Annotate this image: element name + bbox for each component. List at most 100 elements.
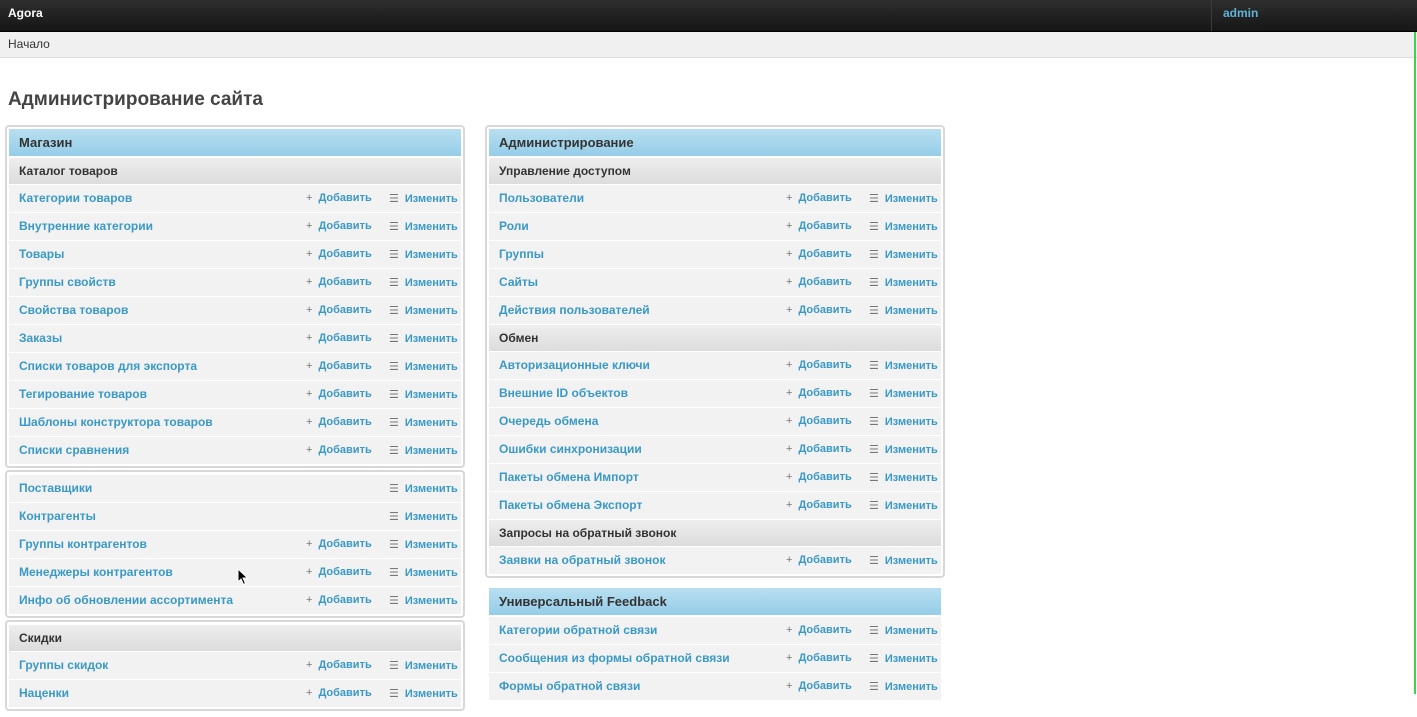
model-link[interactable]: Очередь обмена — [499, 414, 598, 428]
change-button[interactable]: ☰ Изменить — [869, 443, 938, 456]
model-link[interactable]: Инфо об обновлении ассортимента — [19, 593, 233, 607]
add-button[interactable]: + Добавить — [786, 443, 852, 455]
model-link[interactable]: Формы обратной связи — [499, 679, 640, 693]
change-button[interactable]: ☰ Изменить — [389, 248, 458, 261]
model-link[interactable]: Авторизационные ключи — [499, 358, 650, 372]
change-button[interactable]: ☰ Изменить — [389, 332, 458, 345]
model-link[interactable]: Свойства товаров — [19, 303, 128, 317]
add-button[interactable]: + Добавить — [306, 248, 372, 260]
group-caption[interactable]: Управление доступом — [489, 157, 941, 184]
add-button[interactable]: + Добавить — [786, 248, 852, 260]
change-button[interactable]: ☰ Изменить — [389, 360, 458, 373]
change-button[interactable]: ☰ Изменить — [389, 304, 458, 317]
model-link[interactable]: Товары — [19, 247, 64, 261]
add-button[interactable]: + Добавить — [306, 192, 372, 204]
change-button[interactable]: ☰ Изменить — [869, 554, 938, 567]
module-caption[interactable]: Универсальный Feedback — [489, 588, 941, 616]
group-caption[interactable]: Обмен — [489, 324, 941, 351]
add-button[interactable]: + Добавить — [306, 538, 372, 550]
change-button[interactable]: ☰ Изменить — [389, 444, 458, 457]
model-link[interactable]: Поставщики — [19, 481, 92, 495]
model-link[interactable]: Сообщения из формы обратной связи — [499, 651, 730, 665]
model-link[interactable]: Менеджеры контрагентов — [19, 565, 173, 579]
add-button[interactable]: + Добавить — [786, 304, 852, 316]
change-button[interactable]: ☰ Изменить — [869, 471, 938, 484]
add-button[interactable]: + Добавить — [306, 444, 372, 456]
model-link[interactable]: Группы — [499, 247, 544, 261]
change-button[interactable]: ☰ Изменить — [389, 482, 458, 495]
model-link[interactable]: Контрагенты — [19, 509, 96, 523]
brand-title[interactable]: Agora — [8, 6, 43, 20]
add-button[interactable]: + Добавить — [786, 415, 852, 427]
add-button[interactable]: + Добавить — [306, 304, 372, 316]
change-button[interactable]: ☰ Изменить — [389, 220, 458, 233]
model-link[interactable]: Шаблоны конструктора товаров — [19, 415, 213, 429]
model-link[interactable]: Списки товаров для экспорта — [19, 359, 197, 373]
model-link[interactable]: Тегирование товаров — [19, 387, 147, 401]
model-link[interactable]: Пакеты обмена Экспорт — [499, 498, 642, 512]
change-button[interactable]: ☰ Изменить — [869, 220, 938, 233]
model-link[interactable]: Заявки на обратный звонок — [499, 553, 665, 567]
model-link[interactable]: Списки сравнения — [19, 443, 129, 457]
model-link[interactable]: Ошибки синхронизации — [499, 442, 642, 456]
add-button[interactable]: + Добавить — [306, 220, 372, 232]
model-link[interactable]: Пакеты обмена Импорт — [499, 470, 639, 484]
add-button[interactable]: + Добавить — [786, 387, 852, 399]
change-button[interactable]: ☰ Изменить — [389, 192, 458, 205]
add-button[interactable]: + Добавить — [306, 416, 372, 428]
change-button[interactable]: ☰ Изменить — [869, 624, 938, 637]
model-link[interactable]: Группы свойств — [19, 275, 116, 289]
change-button[interactable]: ☰ Изменить — [869, 192, 938, 205]
change-button[interactable]: ☰ Изменить — [869, 276, 938, 289]
model-link[interactable]: Внутренние категории — [19, 219, 153, 233]
change-button[interactable]: ☰ Изменить — [389, 388, 458, 401]
add-button[interactable]: + Добавить — [786, 624, 852, 636]
model-link[interactable]: Категории обратной связи — [499, 623, 657, 637]
change-button[interactable]: ☰ Изменить — [389, 416, 458, 429]
add-button[interactable]: + Добавить — [786, 680, 852, 692]
add-button[interactable]: + Добавить — [786, 359, 852, 371]
model-link[interactable]: Группы контрагентов — [19, 537, 147, 551]
group-caption[interactable]: Каталог товаров — [9, 157, 461, 184]
change-button[interactable]: ☰ Изменить — [389, 594, 458, 607]
add-button[interactable]: + Добавить — [306, 360, 372, 372]
add-button[interactable]: + Добавить — [306, 332, 372, 344]
add-button[interactable]: + Добавить — [306, 687, 372, 699]
change-button[interactable]: ☰ Изменить — [869, 652, 938, 665]
change-button[interactable]: ☰ Изменить — [869, 248, 938, 261]
model-link[interactable]: Категории товаров — [19, 191, 132, 205]
add-button[interactable]: + Добавить — [306, 566, 372, 578]
model-link[interactable]: Действия пользователей — [499, 303, 650, 317]
change-button[interactable]: ☰ Изменить — [389, 276, 458, 289]
add-button[interactable]: + Добавить — [786, 220, 852, 232]
module-caption[interactable]: Магазин — [9, 129, 461, 157]
change-button[interactable]: ☰ Изменить — [389, 659, 458, 672]
add-button[interactable]: + Добавить — [786, 276, 852, 288]
add-button[interactable]: + Добавить — [306, 594, 372, 606]
change-button[interactable]: ☰ Изменить — [869, 304, 938, 317]
breadcrumb-home[interactable]: Начало — [8, 37, 50, 51]
model-link[interactable]: Роли — [499, 219, 529, 233]
change-button[interactable]: ☰ Изменить — [869, 387, 938, 400]
change-button[interactable]: ☰ Изменить — [869, 499, 938, 512]
change-button[interactable]: ☰ Изменить — [869, 680, 938, 693]
group-caption[interactable]: Запросы на обратный звонок — [489, 519, 941, 546]
add-button[interactable]: + Добавить — [786, 652, 852, 664]
model-link[interactable]: Пользователи — [499, 191, 584, 205]
add-button[interactable]: + Добавить — [306, 388, 372, 400]
change-button[interactable]: ☰ Изменить — [389, 566, 458, 579]
model-link[interactable]: Внешние ID объектов — [499, 386, 628, 400]
group-caption[interactable]: Скидки — [9, 624, 461, 651]
change-button[interactable]: ☰ Изменить — [389, 538, 458, 551]
change-button[interactable]: ☰ Изменить — [869, 415, 938, 428]
module-caption[interactable]: Администрирование — [489, 129, 941, 157]
model-link[interactable]: Группы скидок — [19, 658, 108, 672]
add-button[interactable]: + Добавить — [786, 471, 852, 483]
user-link[interactable]: admin — [1223, 6, 1258, 20]
add-button[interactable]: + Добавить — [786, 554, 852, 566]
model-link[interactable]: Наценки — [19, 686, 69, 700]
model-link[interactable]: Сайты — [499, 275, 538, 289]
add-button[interactable]: + Добавить — [786, 192, 852, 204]
add-button[interactable]: + Добавить — [306, 276, 372, 288]
model-link[interactable]: Заказы — [19, 331, 62, 345]
